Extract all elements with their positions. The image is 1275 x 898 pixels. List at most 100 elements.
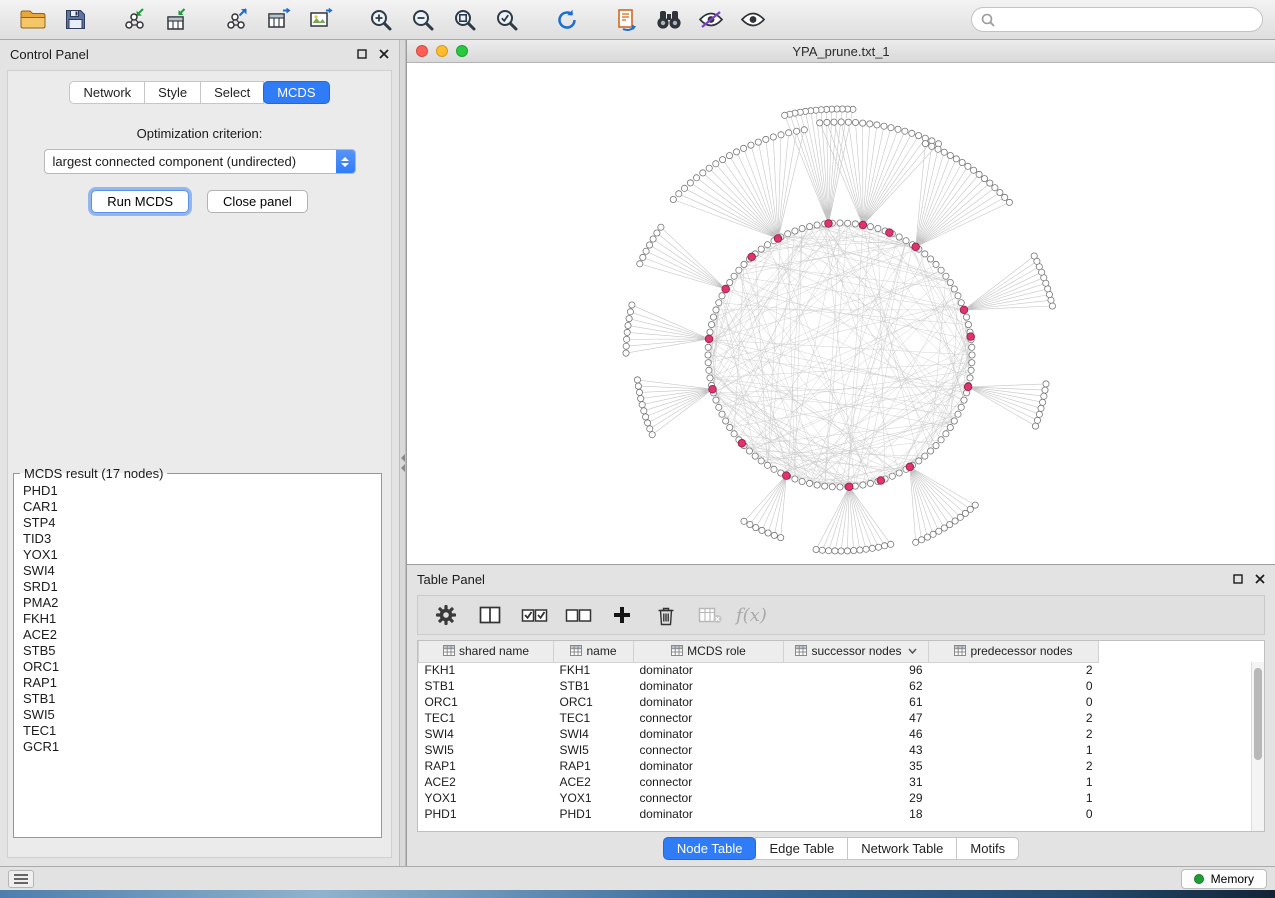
table-row[interactable]: SWI4SWI4dominator462 (419, 726, 1265, 742)
cell-successor-nodes[interactable]: 29 (784, 790, 929, 806)
zoom-in-button[interactable] (360, 3, 402, 37)
cell-name[interactable]: ACE2 (554, 774, 634, 790)
cell-name[interactable]: STB1 (554, 678, 634, 694)
table-row[interactable]: YOX1YOX1connector291 (419, 790, 1265, 806)
search-input[interactable] (1001, 12, 1253, 27)
cell-successor-nodes[interactable]: 47 (784, 710, 929, 726)
cell-mcds-role[interactable]: dominator (634, 662, 784, 678)
mcds-result-item[interactable]: STB5 (23, 643, 381, 659)
cell-shared-name[interactable]: SWI5 (419, 742, 554, 758)
cell-shared-name[interactable]: PHD1 (419, 806, 554, 822)
table-row[interactable]: FKH1FKH1dominator962 (419, 662, 1265, 678)
memory-button[interactable]: Memory (1181, 869, 1267, 889)
table-row[interactable]: ACE2ACE2connector311 (419, 774, 1265, 790)
mcds-result-item[interactable]: PMA2 (23, 595, 381, 611)
mcds-result-item[interactable]: GCR1 (23, 739, 381, 755)
table-scrollbar[interactable] (1251, 662, 1264, 831)
mcds-result-item[interactable]: YOX1 (23, 547, 381, 563)
mcds-result-item[interactable]: CAR1 (23, 499, 381, 515)
table-tab-motifs[interactable]: Motifs (956, 837, 1019, 860)
cell-name[interactable]: YOX1 (554, 790, 634, 806)
cell-successor-nodes[interactable]: 43 (784, 742, 929, 758)
search-box[interactable] (971, 7, 1263, 32)
cell-mcds-role[interactable]: dominator (634, 678, 784, 694)
cell-mcds-role[interactable]: dominator (634, 806, 784, 822)
close-panel-x-button[interactable] (379, 49, 389, 59)
cell-predecessor-nodes[interactable]: 1 (929, 790, 1099, 806)
cell-successor-nodes[interactable]: 62 (784, 678, 929, 694)
cell-shared-name[interactable]: TEC1 (419, 710, 554, 726)
mcds-result-item[interactable]: SRD1 (23, 579, 381, 595)
open-file-button[interactable] (12, 3, 54, 37)
tab-select[interactable]: Select (200, 81, 264, 104)
column-header-predecessor-nodes[interactable]: predecessor nodes (929, 641, 1099, 662)
criterion-dropdown[interactable]: largest connected component (undirected) (44, 149, 356, 174)
cell-predecessor-nodes[interactable]: 0 (929, 806, 1099, 822)
cell-predecessor-nodes[interactable]: 2 (929, 710, 1099, 726)
table-row[interactable]: SWI5SWI5connector431 (419, 742, 1265, 758)
find-button[interactable] (648, 3, 690, 37)
add-row-button[interactable] (604, 599, 640, 631)
mcds-result-item[interactable]: STB1 (23, 691, 381, 707)
cell-mcds-role[interactable]: connector (634, 742, 784, 758)
unselect-all-button[interactable] (560, 599, 596, 631)
cell-predecessor-nodes[interactable]: 0 (929, 694, 1099, 710)
maximize-window-icon[interactable] (456, 45, 468, 57)
float-table-panel-button[interactable] (1233, 574, 1243, 584)
mcds-result-item[interactable]: FKH1 (23, 611, 381, 627)
table-row[interactable]: STB1STB1dominator620 (419, 678, 1265, 694)
cell-successor-nodes[interactable]: 18 (784, 806, 929, 822)
import-network-button[interactable] (114, 3, 156, 37)
tab-style[interactable]: Style (144, 81, 201, 104)
float-panel-button[interactable] (357, 49, 367, 59)
cell-mcds-role[interactable]: dominator (634, 694, 784, 710)
mcds-result-item[interactable]: TEC1 (23, 723, 381, 739)
column-header-mcds-role[interactable]: MCDS role (634, 641, 784, 662)
table-row[interactable]: PHD1PHD1dominator180 (419, 806, 1265, 822)
cell-successor-nodes[interactable]: 96 (784, 662, 929, 678)
show-columns-button[interactable] (472, 599, 508, 631)
cell-name[interactable]: RAP1 (554, 758, 634, 774)
cell-shared-name[interactable]: FKH1 (419, 662, 554, 678)
cell-predecessor-nodes[interactable]: 0 (929, 678, 1099, 694)
table-tab-network-table[interactable]: Network Table (847, 837, 957, 860)
cell-successor-nodes[interactable]: 61 (784, 694, 929, 710)
cell-mcds-role[interactable]: dominator (634, 758, 784, 774)
hide-selected-button[interactable] (690, 3, 732, 37)
cell-shared-name[interactable]: YOX1 (419, 790, 554, 806)
export-table-button[interactable] (258, 3, 300, 37)
table-row[interactable]: RAP1RAP1dominator352 (419, 758, 1265, 774)
column-header-successor-nodes[interactable]: successor nodes (784, 641, 929, 662)
cell-name[interactable]: PHD1 (554, 806, 634, 822)
cell-predecessor-nodes[interactable]: 1 (929, 742, 1099, 758)
table-scrollbar-thumb[interactable] (1254, 668, 1262, 760)
column-header-name[interactable]: name (554, 641, 634, 662)
table-row[interactable]: TEC1TEC1connector472 (419, 710, 1265, 726)
cell-name[interactable]: SWI4 (554, 726, 634, 742)
delete-row-button[interactable] (648, 599, 684, 631)
panel-splitter[interactable] (399, 40, 406, 866)
cell-shared-name[interactable]: SWI4 (419, 726, 554, 742)
table-row[interactable]: ORC1ORC1dominator610 (419, 694, 1265, 710)
table-tab-edge-table[interactable]: Edge Table (755, 837, 848, 860)
cell-name[interactable]: TEC1 (554, 710, 634, 726)
table-settings-button[interactable] (428, 599, 464, 631)
export-network-button[interactable] (216, 3, 258, 37)
cell-shared-name[interactable]: ORC1 (419, 694, 554, 710)
cell-successor-nodes[interactable]: 35 (784, 758, 929, 774)
run-mcds-button[interactable]: Run MCDS (91, 190, 189, 213)
mcds-result-item[interactable]: ORC1 (23, 659, 381, 675)
mcds-result-item[interactable]: SWI5 (23, 707, 381, 723)
network-canvas[interactable] (407, 63, 1275, 563)
mcds-result-item[interactable]: ACE2 (23, 627, 381, 643)
duplicate-network-button[interactable] (606, 3, 648, 37)
cell-successor-nodes[interactable]: 46 (784, 726, 929, 742)
cell-mcds-role[interactable]: connector (634, 710, 784, 726)
tab-mcds[interactable]: MCDS (263, 81, 329, 104)
cell-shared-name[interactable]: ACE2 (419, 774, 554, 790)
refresh-button[interactable] (546, 3, 588, 37)
sort-chevron-icon[interactable] (908, 643, 917, 657)
minimize-window-icon[interactable] (436, 45, 448, 57)
mcds-result-item[interactable]: SWI4 (23, 563, 381, 579)
import-table-button[interactable] (156, 3, 198, 37)
